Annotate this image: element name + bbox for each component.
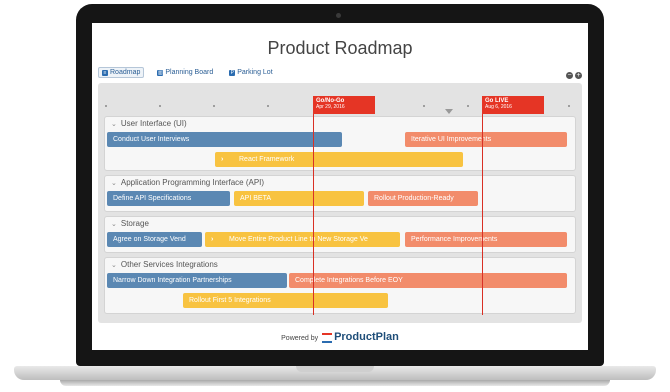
tab-roadmap-label: Roadmap (110, 69, 141, 76)
timeline-tick (105, 105, 107, 107)
tab-planning-board[interactable]: ▥ Planning Board (154, 68, 216, 77)
milestone-flag-go-no-go[interactable]: Go/No-Go Apr 29, 2016 (313, 96, 375, 114)
bar-react-framework[interactable]: › React Framework (215, 152, 463, 167)
bar-define-api-specifications[interactable]: Define API Specifications (107, 191, 230, 206)
bar-performance-improvements[interactable]: Performance Improvements (405, 232, 567, 247)
lane-storage-header[interactable]: ⌄ Storage (111, 219, 149, 228)
page-title: Product Roadmap (267, 38, 413, 58)
laptop-shadow (60, 380, 610, 386)
tab-parking-lot[interactable]: P Parking Lot (226, 68, 275, 77)
timeline-tick (159, 105, 161, 107)
bar-conduct-user-interviews[interactable]: Conduct User Interviews (107, 132, 342, 147)
roadmap-icon: ≡ (102, 69, 108, 76)
camera-icon (336, 13, 341, 18)
view-nav: ≡ Roadmap ▥ Planning Board P Parking Lot (98, 67, 276, 78)
bar-rollout-production-ready[interactable]: Rollout Production-Ready (368, 191, 478, 206)
lane-ui-header[interactable]: ⌄ User Interface (UI) (111, 119, 187, 128)
zoom-in-icon[interactable]: + (575, 72, 582, 79)
timeline-tick (568, 105, 570, 107)
parking-lot-icon: P (229, 69, 236, 76)
laptop-notch (296, 366, 374, 372)
chevron-down-icon: ⌄ (111, 120, 117, 128)
bar-iterative-ui-improvements[interactable]: Iterative UI Improvements (405, 132, 567, 147)
lane-api-header[interactable]: ⌄ Application Programming Interface (API… (111, 178, 264, 187)
milestone-go-no-go-date: Apr 29, 2016 (316, 104, 345, 110)
bar-move-product-line-label: Move Entire Product Line to New Storage … (229, 236, 368, 243)
timeline-tick (423, 105, 425, 107)
planning-board-icon: ▥ (157, 69, 164, 76)
timeline-scroll-icon[interactable] (445, 109, 453, 114)
productplan-brand[interactable]: ProductPlan (334, 331, 399, 343)
bar-narrow-down-partnerships[interactable]: Narrow Down Integration Partnerships (107, 273, 287, 288)
chevron-down-icon: ⌄ (111, 179, 117, 187)
lane-other-services: ⌄ Other Services Integrations Narrow Dow… (104, 257, 576, 314)
lane-ui: ⌄ User Interface (UI) Conduct User Inter… (104, 116, 576, 171)
bar-complete-integrations[interactable]: Complete Integrations Before EOY (289, 273, 567, 288)
tab-planning-label: Planning Board (165, 69, 214, 76)
lane-storage-title: Storage (120, 219, 149, 228)
productplan-logo-icon (322, 333, 333, 344)
bar-agree-on-storage-vendor[interactable]: Agree on Storage Vend (107, 232, 202, 247)
lane-other-header[interactable]: ⌄ Other Services Integrations (111, 260, 218, 269)
lane-other-title: Other Services Integrations (120, 260, 218, 269)
arrow-right-icon: › (221, 156, 224, 163)
milestone-flag-go-live[interactable]: Go LIVE Aug 6, 2016 (482, 96, 544, 114)
screen: Product Roadmap ≡ Roadmap ▥ Planning Boa… (92, 23, 588, 350)
timeline-tick (467, 105, 469, 107)
chevron-down-icon: ⌄ (111, 261, 117, 269)
milestone-line-go-no-go (313, 96, 314, 315)
tab-parking-label: Parking Lot (237, 69, 273, 76)
timeline-tick (213, 105, 215, 107)
bar-api-beta[interactable]: API BETA (234, 191, 364, 206)
arrow-right-icon: › (211, 236, 214, 243)
bar-react-framework-label: React Framework (239, 156, 295, 163)
chevron-down-icon: ⌄ (111, 220, 117, 228)
zoom-controls: − + (566, 72, 582, 79)
tab-roadmap[interactable]: ≡ Roadmap (98, 67, 145, 78)
zoom-out-icon[interactable]: − (566, 72, 573, 79)
bar-move-product-line-storage[interactable]: › Move Entire Product Line to New Storage… (205, 232, 400, 247)
lane-api-title: Application Programming Interface (API) (120, 178, 265, 187)
lane-ui-title: User Interface (UI) (120, 119, 187, 128)
powered-by-footer: Powered by ProductPlan (92, 331, 588, 344)
lane-api: ⌄ Application Programming Interface (API… (104, 175, 576, 212)
bar-rollout-first-5-integrations[interactable]: Rollout First 5 Integrations (183, 293, 388, 308)
powered-by-text: Powered by (281, 335, 319, 342)
milestone-go-live-date: Aug 6, 2016 (485, 104, 512, 110)
milestone-line-go-live (482, 96, 483, 315)
lane-storage: ⌄ Storage Agree on Storage Vend › Move En… (104, 216, 576, 253)
timeline-tick (267, 105, 269, 107)
